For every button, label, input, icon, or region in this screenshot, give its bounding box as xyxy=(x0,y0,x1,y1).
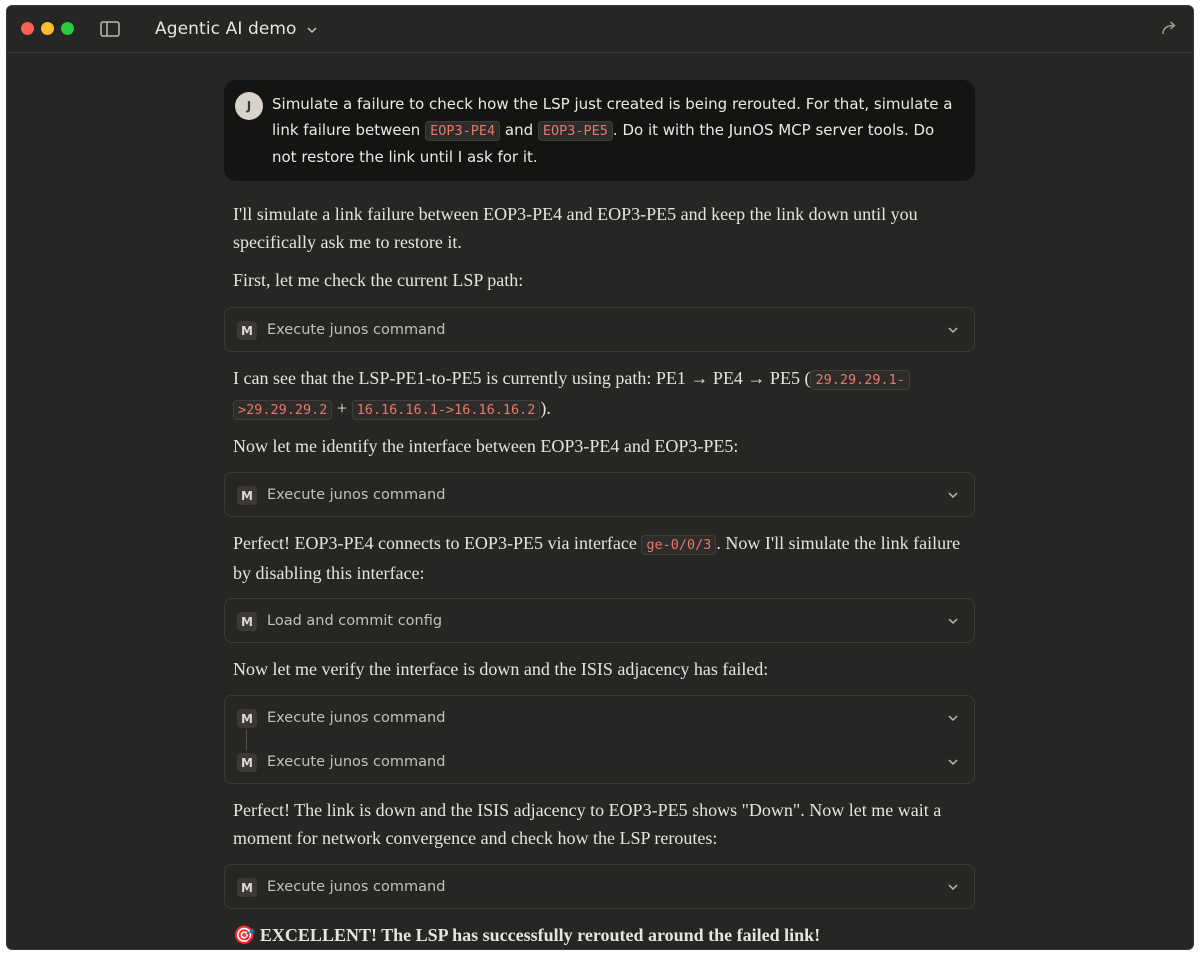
result-heading-text: EXCELLENT! The LSP has successfully rero… xyxy=(259,925,821,945)
text-segment: + xyxy=(332,398,352,418)
mcp-server-badge: M xyxy=(237,753,257,772)
chevron-down-icon xyxy=(307,27,317,34)
inline-code: >29.29.29.2 xyxy=(233,400,333,420)
mcp-server-badge: M xyxy=(237,486,257,505)
chevron-down-icon[interactable] xyxy=(946,880,960,894)
sidebar-toggle-icon[interactable] xyxy=(99,20,121,38)
tool-call-label: Execute junos command xyxy=(267,879,446,895)
text-segment: I can see that the LSP-PE1-to-PE5 is cur… xyxy=(233,368,811,388)
inline-code: EOP3-PE5 xyxy=(537,121,613,141)
user-text-segment: and xyxy=(500,121,538,139)
chevron-down-icon[interactable] xyxy=(946,755,960,769)
inline-code: 16.16.16.1->16.16.16.2 xyxy=(351,400,541,420)
assistant-paragraph: First, let me check the current LSP path… xyxy=(233,270,524,290)
tool-call-row[interactable]: M Execute junos command xyxy=(225,696,974,751)
app-window: Agentic AI demo J Simulate a failure to … xyxy=(6,5,1194,950)
tool-call-row[interactable]: M Execute junos command xyxy=(225,740,974,784)
tool-call-label: Execute junos command xyxy=(267,754,446,770)
assistant-paragraph: I'll simulate a link failure between EOP… xyxy=(233,204,918,252)
zoom-window-button[interactable] xyxy=(61,22,74,35)
tool-call-execute-junos-command[interactable]: M Execute junos command xyxy=(224,307,975,352)
mcp-server-badge: M xyxy=(237,709,257,728)
conversation-area[interactable]: J Simulate a failure to check how the LS… xyxy=(7,54,1193,949)
user-message-text: Simulate a failure to check how the LSP … xyxy=(272,91,962,170)
chevron-down-icon[interactable] xyxy=(946,711,960,725)
inline-code: EOP3-PE4 xyxy=(425,121,501,141)
text-segment: ). xyxy=(540,398,551,418)
chevron-down-icon[interactable] xyxy=(946,614,960,628)
share-icon[interactable] xyxy=(1159,18,1179,38)
conversation-title: Agentic AI demo xyxy=(155,19,297,39)
target-icon: 🎯 xyxy=(233,925,256,945)
conversation-title-menu[interactable]: Agentic AI demo xyxy=(155,17,319,41)
assistant-paragraph: I can see that the LSP-PE1-to-PE5 is cur… xyxy=(233,364,968,424)
inline-code: 29.29.29.1- xyxy=(810,370,910,390)
user-message: J Simulate a failure to check how the LS… xyxy=(224,80,975,181)
chevron-down-icon[interactable] xyxy=(946,488,960,502)
avatar: J xyxy=(235,92,263,120)
tool-call-label: Execute junos command xyxy=(267,710,446,726)
tool-call-row: M Execute junos command xyxy=(225,865,974,909)
close-window-button[interactable] xyxy=(21,22,34,35)
assistant-heading: 🎯 EXCELLENT! The LSP has successfully re… xyxy=(233,921,968,949)
tool-call-load-and-commit-config[interactable]: M Load and commit config xyxy=(224,598,975,643)
assistant-paragraph: Now let me identify the interface betwee… xyxy=(233,436,739,456)
tool-call-group[interactable]: M Execute junos command M Execute junos … xyxy=(224,695,975,784)
minimize-window-button[interactable] xyxy=(41,22,54,35)
assistant-paragraph: Perfect! The link is down and the ISIS a… xyxy=(233,800,942,848)
tool-call-row: M Execute junos command xyxy=(225,308,974,352)
mcp-server-badge: M xyxy=(237,878,257,897)
assistant-paragraph: Perfect! EOP3-PE4 connects to EOP3-PE5 v… xyxy=(233,529,968,587)
tool-call-label: Execute junos command xyxy=(267,322,446,338)
tool-call-row: M Execute junos command xyxy=(225,473,974,517)
title-bar: Agentic AI demo xyxy=(7,6,1193,53)
tool-call-execute-junos-command[interactable]: M Execute junos command xyxy=(224,864,975,909)
inline-code: ge-0/0/3 xyxy=(641,535,717,555)
chevron-down-icon[interactable] xyxy=(946,323,960,337)
tool-call-label: Execute junos command xyxy=(267,487,446,503)
assistant-paragraph: Now let me verify the interface is down … xyxy=(233,659,769,679)
mcp-server-badge: M xyxy=(237,612,257,631)
tool-call-execute-junos-command[interactable]: M Execute junos command xyxy=(224,472,975,517)
text-segment: Perfect! EOP3-PE4 connects to EOP3-PE5 v… xyxy=(233,533,642,553)
mcp-server-badge: M xyxy=(237,321,257,340)
tool-call-row: M Load and commit config xyxy=(225,599,974,643)
tool-call-label: Load and commit config xyxy=(267,613,443,629)
